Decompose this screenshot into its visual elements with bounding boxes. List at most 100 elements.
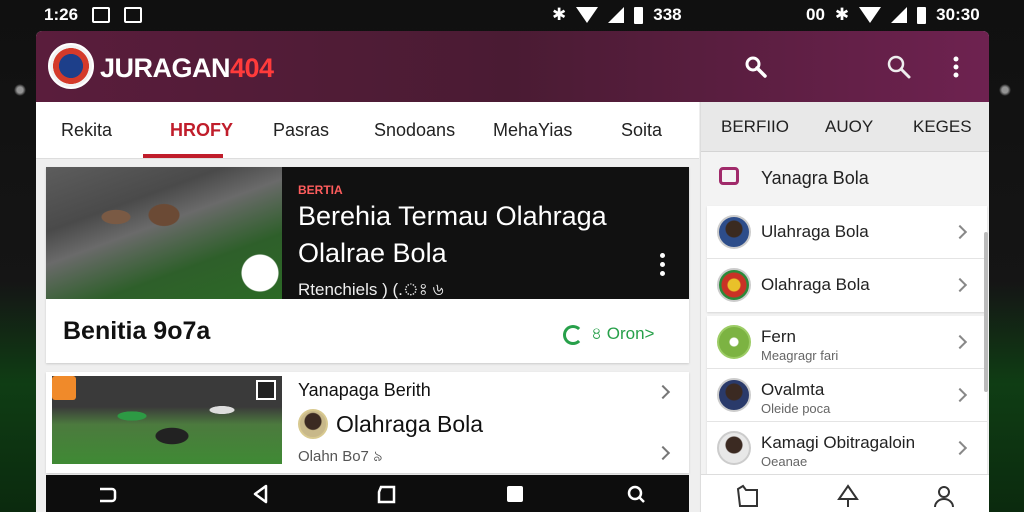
news-card-meta: Olahn Bo7 ৯ <box>298 448 383 465</box>
square-icon <box>507 486 523 502</box>
share-button[interactable] <box>835 483 861 509</box>
bluetooth-icon: ✱ <box>552 5 567 24</box>
chevron-right-icon[interactable] <box>655 445 671 461</box>
side-tab-berfiio[interactable]: BERFIIO <box>721 117 789 137</box>
system-nav-bar <box>46 475 689 512</box>
battery-icon <box>917 6 927 24</box>
more-dot <box>660 271 665 276</box>
category-badge-icon <box>52 376 76 400</box>
side-tabs: BERFIIO AUOY KEGES <box>701 102 989 152</box>
tab-mehayias[interactable]: MehaYias <box>493 120 572 141</box>
more-dot <box>660 253 665 258</box>
side-item-title: Kamagi Obitragaloin <box>761 433 916 452</box>
player-avatar <box>717 431 751 465</box>
chevron-right-icon <box>952 387 968 403</box>
side-list-item[interactable]: Ulahraga Bola <box>707 206 987 259</box>
side-item-subtitle: Oleide poca <box>761 401 831 416</box>
signal-icon <box>891 7 908 23</box>
active-tab-indicator <box>143 154 223 158</box>
main-column: Rekita HROFY Pasras Snodoans MehaYias So… <box>36 102 699 512</box>
expand-icon <box>256 380 276 400</box>
side-list-item[interactable]: Kamagi Obitragaloin Oeanae <box>707 422 987 475</box>
news-card-title: Olahraga Bola <box>336 410 484 437</box>
status-time-left: 1:26 <box>44 5 79 24</box>
status-bar: 1:26 ✱ 338 00 ✱ 30:30 <box>0 0 1024 30</box>
bluetooth-icon: ✱ <box>834 5 850 24</box>
side-scrollbar[interactable] <box>984 232 988 392</box>
search-nav-button[interactable] <box>624 483 646 505</box>
player-avatar <box>717 215 751 249</box>
tab-soita[interactable]: Soita <box>621 120 662 141</box>
back-button[interactable] <box>250 483 272 505</box>
hero-banner: BERTIA Berehia Termau Olahraga Olalrae B… <box>46 167 689 299</box>
app-title: JURAGAN404 <box>100 53 274 84</box>
hero-title-line1: Berehia Termau Olahraga <box>298 201 607 231</box>
image-icon <box>124 7 143 23</box>
refresh-icon <box>563 325 583 345</box>
status-right-time: 30:30 <box>936 5 980 24</box>
side-list-item[interactable]: Ovalmta Oleide poca <box>707 369 987 422</box>
news-card-image <box>52 376 282 464</box>
recent-apps-button[interactable] <box>96 483 118 505</box>
side-item-title: Fern <box>761 327 796 346</box>
bookmark-button[interactable] <box>735 483 761 509</box>
home-button[interactable] <box>376 483 398 505</box>
side-list-group-2: Fern Meagragr fari Ovalmta Oleide poca K… <box>707 316 987 475</box>
news-card-kicker: Yanapaga Berith <box>298 380 431 400</box>
hero-card[interactable]: BERTIA Berehia Termau Olahraga Olalrae B… <box>46 167 689 363</box>
search-button[interactable] <box>740 51 772 83</box>
search-icon <box>887 55 911 79</box>
side-bottom-nav <box>701 474 989 512</box>
hero-text: BERTIA Berehia Termau Olahraga Olalrae B… <box>298 183 638 305</box>
club-logo <box>48 43 94 89</box>
search-icon <box>627 485 645 503</box>
notification-icon <box>92 7 111 23</box>
player-avatar <box>717 378 751 412</box>
chevron-right-icon <box>952 277 968 293</box>
category-icon <box>719 167 739 185</box>
chevron-right-icon <box>952 224 968 240</box>
chevron-right-icon <box>952 440 968 456</box>
side-list-item[interactable]: Olahraga Bola <box>707 259 987 312</box>
status-center-time: 338 <box>653 5 682 24</box>
more-dot <box>660 262 665 267</box>
hero-cta-label: ৪ Oron> <box>591 324 655 343</box>
hero-image <box>46 167 282 299</box>
battery-icon <box>634 6 644 24</box>
side-tab-auoy[interactable]: AUOY <box>825 117 873 137</box>
hero-cta-link[interactable]: ৪ Oron> <box>563 321 654 349</box>
app-title-accent: 404 <box>230 53 274 83</box>
back-icon <box>253 484 268 504</box>
more-vertical-icon <box>953 56 959 78</box>
hero-title-line2: Olalrae Bola <box>298 238 447 268</box>
search-button-secondary[interactable] <box>883 51 915 83</box>
tab-rekita[interactable]: Rekita <box>61 120 112 141</box>
hero-meta: Rtenchiels ) (.ঃ ৬ <box>298 280 444 299</box>
tab-snodoans[interactable]: Snodoans <box>374 120 455 141</box>
app-window: JURAGAN404 Rekita HROFY Pasras Snodoans … <box>36 31 989 512</box>
author-avatar <box>298 409 328 439</box>
category-tabs: Rekita HROFY Pasras Snodoans MehaYias So… <box>36 102 699 159</box>
stop-button[interactable] <box>504 483 526 505</box>
recent-apps-icon <box>100 487 117 503</box>
app-title-main: JURAGAN <box>100 53 231 83</box>
search-icon <box>745 56 767 78</box>
status-right-prefix: 00 <box>806 5 825 24</box>
tab-hrofy[interactable]: HROFY <box>170 120 233 141</box>
hero-more-button[interactable] <box>660 253 665 280</box>
overflow-menu-button[interactable] <box>940 51 972 83</box>
news-card[interactable]: Yanapaga Berith Olahraga Bola Olahn Bo7 … <box>46 372 689 473</box>
hero-kicker: BERTIA <box>298 183 343 197</box>
side-tab-keges[interactable]: KEGES <box>913 117 972 137</box>
side-item-title: Ulahraga Bola <box>761 222 869 241</box>
wifi-icon <box>576 7 599 23</box>
profile-button[interactable] <box>931 483 957 509</box>
signal-icon <box>608 7 625 23</box>
share-icon <box>837 484 859 507</box>
mic-avatar <box>717 325 751 359</box>
side-item-title: Olahraga Bola <box>761 275 870 294</box>
side-list-item[interactable]: Fern Meagragr fari <box>707 316 987 369</box>
side-item-subtitle: Meagragr fari <box>761 348 839 363</box>
tab-pasras[interactable]: Pasras <box>273 120 329 141</box>
chevron-right-icon[interactable] <box>655 384 671 400</box>
